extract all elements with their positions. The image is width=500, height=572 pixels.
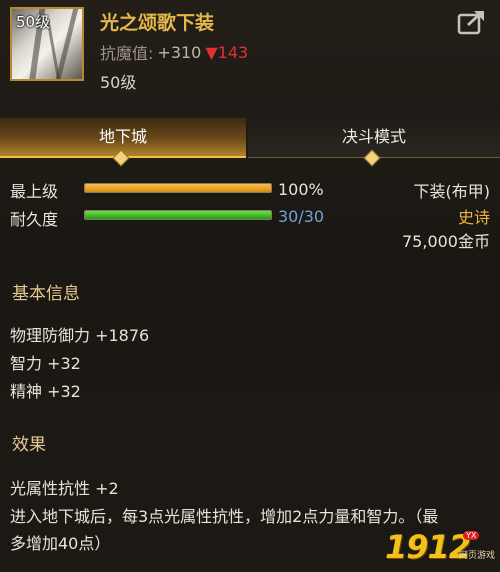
watermark-brand: 1912 [385,528,471,566]
item-slot: 下装(布甲) [413,182,491,201]
share-icon[interactable] [457,8,487,36]
effect-line: 多增加40点） [10,534,111,553]
item-name: 光之颂歌下装 [100,12,215,34]
magic-resist-value: +310 [157,42,202,62]
max-upgrade-bar [84,183,272,193]
durability-bar [84,210,272,220]
magic-resist-drop: ▼143 [205,42,249,62]
durability-value: 30/30 [278,207,325,226]
basic-info-title: 基本信息 [12,284,80,304]
effect-line: 光属性抗性 +2 [10,479,119,498]
watermark-badge: YX [463,531,480,540]
item-icon-level: 50级 [16,13,51,31]
stat-line: 物理防御力 +1876 [10,326,150,345]
required-level: 50级 [100,73,137,92]
magic-resist-label: 抗魔值: [100,44,154,63]
stat-line: 智力 +32 [10,354,81,373]
magic-resist-row: 抗魔值: +310 ▼143 [100,40,248,64]
max-upgrade-bar-fill [85,184,271,192]
item-tooltip-panel: 50级 光之颂歌下装 抗魔值: +310 ▼143 50级 地下城 决斗模式 最… [0,0,500,572]
site-watermark: 1912 YX 网页游戏 [385,528,495,566]
watermark-sub: 网页游戏 [459,551,496,561]
mode-tabs: 地下城 决斗模式 [0,118,500,167]
max-upgrade-label: 最上级 [10,182,59,201]
effect-line: 进入地下城后，每3点光属性抗性，增加2点力量和智力。（最 [10,507,439,526]
effect-title: 效果 [12,435,46,455]
item-icon: 50级 [10,7,84,81]
durability-bar-fill [85,211,271,219]
max-upgrade-value: 100% [278,180,324,199]
stat-line: 精神 +32 [10,382,81,401]
item-price: 75,000金币 [402,232,490,251]
item-rarity: 史诗 [457,208,490,227]
durability-label: 耐久度 [10,210,59,229]
